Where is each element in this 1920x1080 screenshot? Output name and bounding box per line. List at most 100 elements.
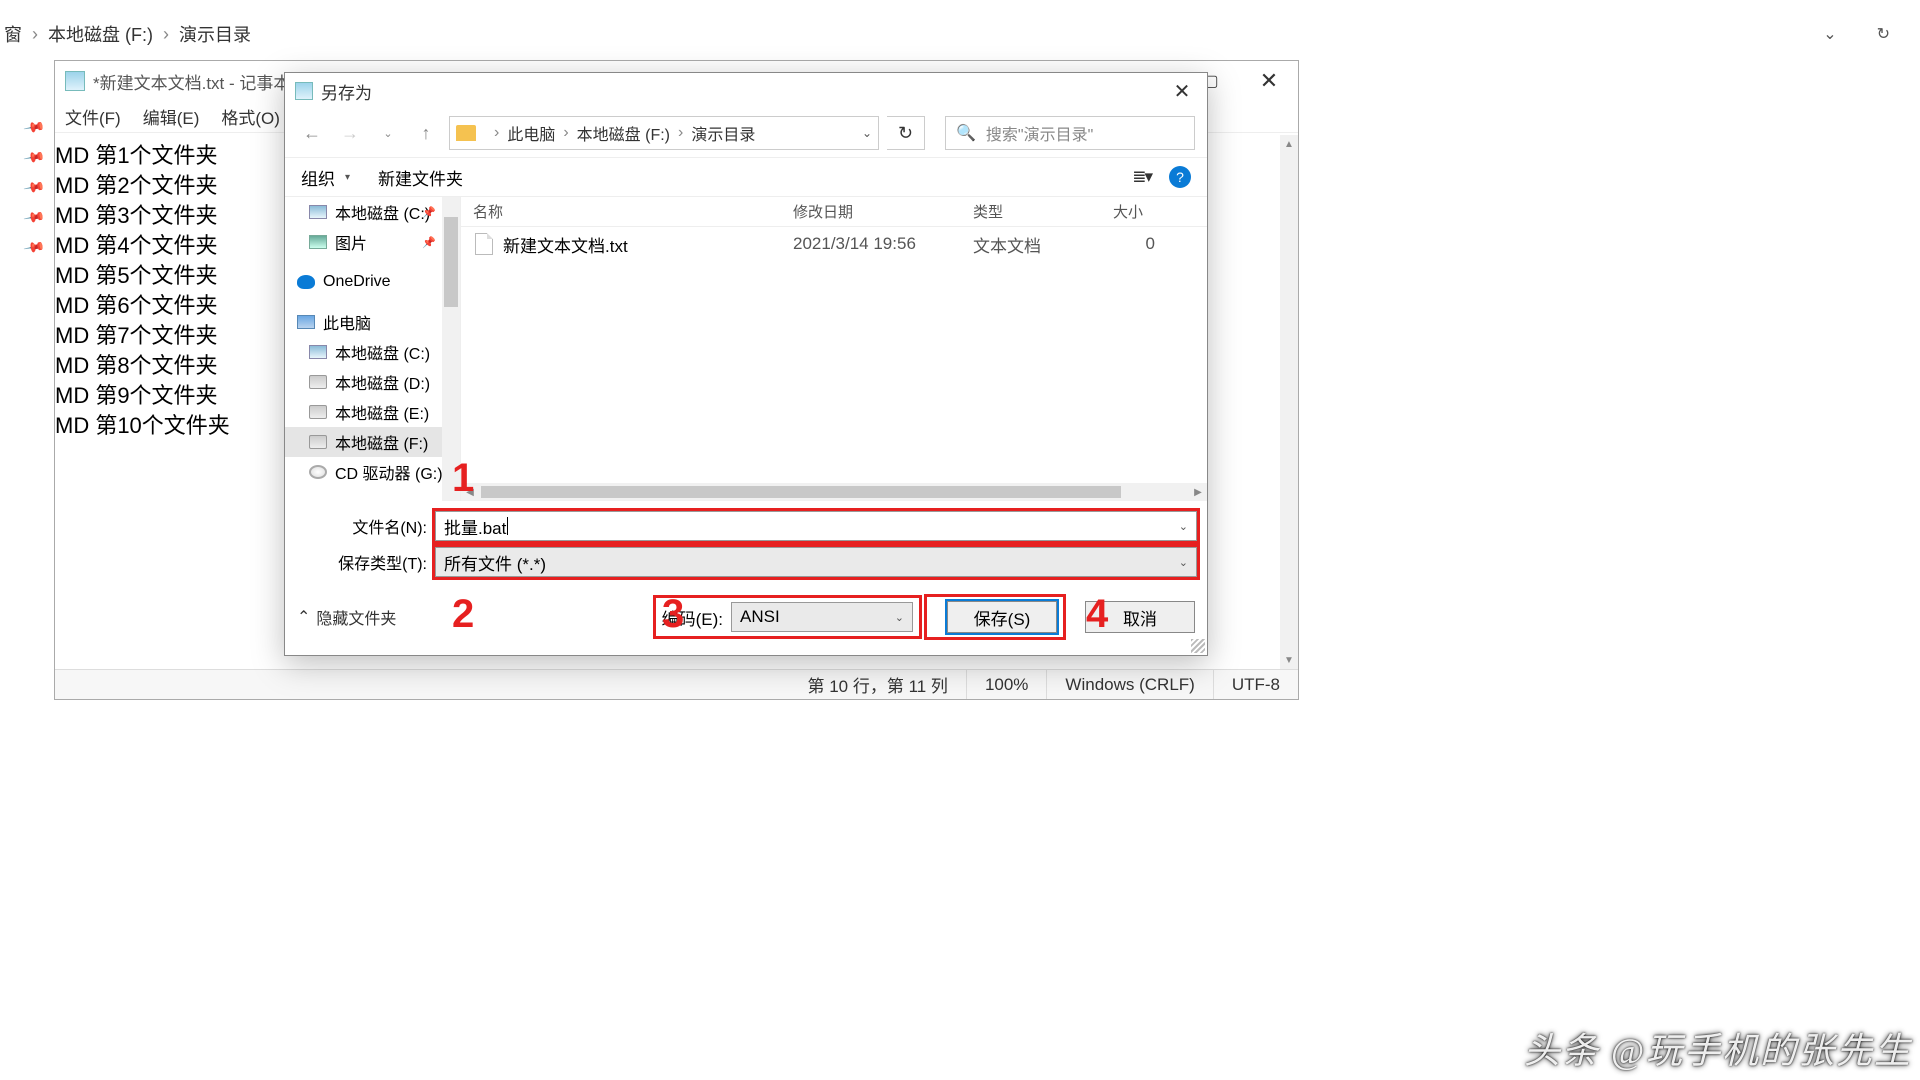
close-button[interactable]: ✕ bbox=[1157, 79, 1207, 104]
annotation-1: 1 bbox=[452, 456, 474, 501]
horizontal-scrollbar[interactable]: ◀ ▶ bbox=[461, 483, 1207, 501]
dialog-titlebar[interactable]: 另存为 ✕ bbox=[285, 73, 1207, 109]
chevron-right-icon: › bbox=[678, 124, 683, 142]
recent-dropdown-icon[interactable]: ⌄ bbox=[373, 118, 403, 148]
chevron-down-icon[interactable]: ⌄ bbox=[862, 126, 872, 140]
breadcrumb-part[interactable]: 本地磁盘 (F:) bbox=[577, 121, 670, 145]
file-date: 2021/3/14 19:56 bbox=[781, 234, 961, 254]
drive-icon bbox=[309, 375, 327, 389]
pin-icon: 📌 bbox=[422, 236, 436, 249]
tree-item[interactable]: 本地磁盘 (C:)📌 bbox=[285, 197, 460, 227]
dialog-toolbar: 组织 新建文件夹 ≣▾ ? bbox=[285, 157, 1207, 197]
help-button[interactable]: ? bbox=[1169, 166, 1191, 188]
drive-icon bbox=[297, 275, 315, 289]
hide-folders-toggle[interactable]: ⌃ 隐藏文件夹 bbox=[297, 605, 396, 629]
chevron-down-icon[interactable]: ⌄ bbox=[895, 611, 904, 624]
drive-icon bbox=[309, 205, 327, 219]
chevron-down-icon[interactable]: ⌄ bbox=[1179, 556, 1188, 569]
file-list[interactable]: 名称 修改日期 类型 大小 新建文本文档.txt 2021/3/14 19:56… bbox=[461, 197, 1207, 501]
chevron-up-icon: ⌃ bbox=[297, 607, 310, 627]
breadcrumb-part[interactable]: 演示目录 bbox=[179, 21, 251, 47]
pin-icon: 📌 bbox=[19, 230, 50, 265]
nav-tree[interactable]: 本地磁盘 (C:)📌图片📌 OneDrive 此电脑本地磁盘 (C:)本地磁盘 (D… bbox=[285, 197, 461, 501]
drive-icon bbox=[309, 435, 327, 449]
filetype-select[interactable]: 所有文件 (*.*) ⌄ bbox=[435, 547, 1197, 577]
drive-icon bbox=[309, 235, 327, 249]
chevron-right-icon: › bbox=[32, 24, 38, 45]
annotation-4: 4 bbox=[1086, 592, 1108, 637]
chevron-right-icon: › bbox=[163, 24, 169, 45]
notepad-title-text: *新建文本文档.txt - 记事本 bbox=[93, 69, 290, 94]
col-date[interactable]: 修改日期 bbox=[781, 201, 961, 222]
status-eol: Windows (CRLF) bbox=[1046, 670, 1212, 699]
chevron-down-icon[interactable]: ⌄ bbox=[1179, 520, 1188, 533]
filename-input[interactable]: 批量.bat ⌄ bbox=[435, 511, 1197, 541]
chevron-down-icon[interactable]: ⌄ bbox=[1823, 24, 1836, 44]
pin-icon: 📌 bbox=[19, 110, 50, 145]
tree-item[interactable]: 本地磁盘 (E:) bbox=[285, 397, 460, 427]
search-placeholder: 搜索"演示目录" bbox=[986, 121, 1093, 145]
breadcrumb-part[interactable]: 本地磁盘 (F:) bbox=[48, 21, 153, 47]
save-button[interactable]: 保存(S) bbox=[947, 601, 1057, 633]
file-size: 0 bbox=[1101, 234, 1161, 254]
filename-label: 文件名(N): bbox=[295, 514, 435, 538]
pin-icon: 📌 bbox=[19, 170, 50, 205]
folder-icon bbox=[456, 125, 476, 141]
tree-item[interactable]: 本地磁盘 (C:) bbox=[285, 337, 460, 367]
drive-icon bbox=[309, 345, 327, 359]
file-type: 文本文档 bbox=[961, 232, 1101, 257]
notepad-scrollbar[interactable]: ▲ ▼ bbox=[1280, 135, 1298, 669]
breadcrumb-part[interactable]: 此电脑 bbox=[507, 121, 555, 145]
status-encoding: UTF-8 bbox=[1213, 670, 1298, 699]
tree-item[interactable]: OneDrive bbox=[285, 267, 460, 297]
tree-item[interactable]: 本地磁盘 (D:) bbox=[285, 367, 460, 397]
col-name[interactable]: 名称 bbox=[461, 201, 781, 222]
explorer-breadcrumb: 窗 › 本地磁盘 (F:) › 演示目录 ⌄ ↻ bbox=[0, 14, 1920, 54]
dialog-footer: ⌃ 隐藏文件夹 编码(E): ANSI ⌄ 保存(S) 取消 bbox=[285, 583, 1207, 649]
address-bar[interactable]: › 此电脑 › 本地磁盘 (F:) › 演示目录 ⌄ bbox=[449, 116, 879, 150]
encoding-select[interactable]: ANSI ⌄ bbox=[731, 602, 913, 632]
menu-item[interactable]: 编辑(E) bbox=[143, 104, 200, 129]
breadcrumb-part[interactable]: 演示目录 bbox=[691, 121, 755, 145]
close-button[interactable]: ✕ bbox=[1240, 62, 1298, 100]
resize-grip[interactable] bbox=[1191, 639, 1205, 653]
chevron-right-icon: › bbox=[494, 124, 499, 142]
scroll-down-icon[interactable]: ▼ bbox=[1280, 651, 1298, 669]
organize-button[interactable]: 组织 bbox=[301, 165, 350, 190]
col-type[interactable]: 类型 bbox=[961, 201, 1101, 222]
menu-item[interactable]: 格式(O) bbox=[221, 104, 280, 129]
view-mode-button[interactable]: ≣▾ bbox=[1132, 167, 1151, 187]
notepad-icon bbox=[65, 71, 85, 91]
col-size[interactable]: 大小 bbox=[1101, 201, 1161, 222]
text-file-icon bbox=[475, 233, 493, 255]
search-input[interactable]: 🔍 搜索"演示目录" bbox=[945, 116, 1195, 150]
up-button[interactable]: ↑ bbox=[411, 118, 441, 148]
window-glyph: 窗 bbox=[4, 21, 22, 47]
tree-item[interactable]: 此电脑 bbox=[285, 307, 460, 337]
drive-icon bbox=[309, 465, 327, 479]
pinned-folders: 📌📌📌📌📌 bbox=[26, 112, 55, 262]
dialog-title: 另存为 bbox=[321, 79, 372, 104]
status-zoom: 100% bbox=[966, 670, 1046, 699]
tree-item[interactable]: 本地磁盘 (F:) bbox=[285, 427, 460, 457]
refresh-icon[interactable]: ↻ bbox=[1877, 24, 1890, 44]
forward-button[interactable]: → bbox=[335, 118, 365, 148]
refresh-button[interactable]: ↻ bbox=[887, 116, 925, 150]
tree-item[interactable]: 图片📌 bbox=[285, 227, 460, 257]
chevron-right-icon: › bbox=[563, 124, 568, 142]
new-folder-button[interactable]: 新建文件夹 bbox=[378, 165, 463, 190]
column-headers[interactable]: 名称 修改日期 类型 大小 bbox=[461, 197, 1207, 227]
scroll-right-icon[interactable]: ▶ bbox=[1189, 487, 1207, 498]
file-row[interactable]: 新建文本文档.txt 2021/3/14 19:56 文本文档 0 bbox=[461, 227, 1207, 261]
save-as-dialog: 另存为 ✕ ← → ⌄ ↑ › 此电脑 › 本地磁盘 (F:) › 演示目录 ⌄… bbox=[284, 72, 1208, 656]
menu-item[interactable]: 文件(F) bbox=[65, 104, 121, 129]
filetype-label: 保存类型(T): bbox=[295, 550, 435, 574]
scroll-up-icon[interactable]: ▲ bbox=[1280, 135, 1298, 153]
dialog-nav: ← → ⌄ ↑ › 此电脑 › 本地磁盘 (F:) › 演示目录 ⌄ ↻ 🔍 搜… bbox=[285, 109, 1207, 157]
back-button[interactable]: ← bbox=[297, 118, 327, 148]
pin-icon: 📌 bbox=[19, 140, 50, 175]
pin-icon: 📌 bbox=[422, 206, 436, 219]
pin-icon: 📌 bbox=[19, 200, 50, 235]
tree-item[interactable]: CD 驱动器 (G:) bbox=[285, 457, 460, 487]
annotation-2: 2 bbox=[452, 592, 474, 637]
